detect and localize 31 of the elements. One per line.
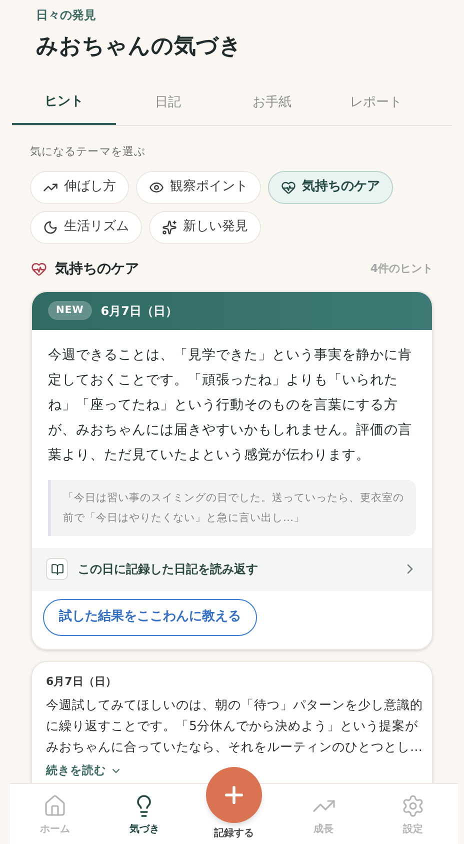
theme-chip[interactable]: 気持ちのケア — [268, 170, 393, 204]
tab[interactable]: ヒント — [12, 81, 116, 125]
theme-chip[interactable]: 生活リズム — [30, 210, 142, 244]
diary-quote: 「今日は習い事のスイミングの日でした。送っていったら、更衣室の前で「今日はやりたくない」と急に言い出し…」 — [48, 480, 416, 536]
add-button[interactable] — [206, 767, 262, 823]
nav-item[interactable]: 気づき — [100, 784, 190, 844]
theme-chip[interactable]: 観察ポイント — [136, 170, 261, 204]
section-title: 気持ちのケア — [55, 260, 139, 278]
hint-text: 今週できることは、「見学できた」という事実を静かに肯定しておくことです。「頑張ったね」よりも「いられたね」「座ってたね」という行動そのものを言葉にする方が、みおちゃんには届きやすいかもしれません。評価の言葉より、ただ見ていたよという感覚が伝わります。 — [48, 346, 413, 464]
heart-icon — [31, 261, 47, 277]
record-label[interactable]: 記録する — [214, 826, 254, 841]
theme-chip[interactable]: 伸ばし方 — [30, 170, 129, 204]
settings-icon — [401, 794, 426, 818]
eyebrow-text: 日々の発見 — [36, 7, 97, 24]
card-date: 6月7日（日） — [100, 302, 178, 320]
feedback-button[interactable]: 試した結果をここわんに教える — [43, 598, 257, 636]
theme-chip[interactable]: 新しい発見 — [149, 210, 261, 244]
new-badge: NEW — [48, 301, 92, 320]
hint-text: 今週試してみてほしいのは、朝の「待つ」パターンを少し意識的に繰り返すことです。「5分休んでから決めよう」という提案がみおちゃんに合っていたなら、それをルーティンのひとつとし… — [46, 696, 424, 756]
home-icon — [42, 794, 67, 818]
eye-icon — [149, 180, 164, 194]
themes-label: 気になるテーマを選ぶ — [30, 144, 146, 160]
sparkles-icon — [162, 220, 177, 234]
book-icon — [46, 558, 68, 580]
diary-link[interactable]: この日に記録した日記を読み返す — [32, 548, 432, 590]
hint-count: 4件のヒント — [370, 260, 433, 277]
moon-icon — [43, 220, 58, 234]
heart-icon — [281, 180, 296, 194]
read-more-link[interactable]: 続きを読む — [46, 762, 122, 780]
page-title: みおちゃんの気づき — [36, 33, 243, 61]
card-date: 6月7日（日） — [46, 674, 118, 690]
